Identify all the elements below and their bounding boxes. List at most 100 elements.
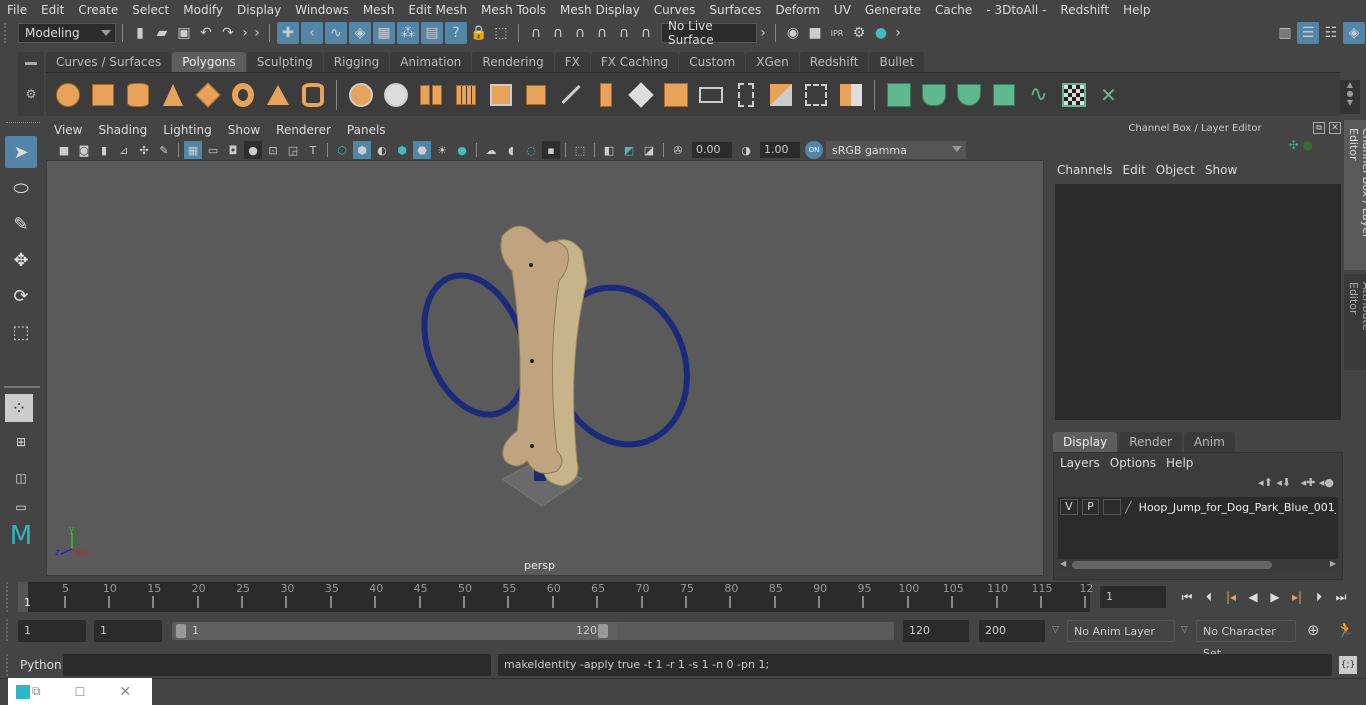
menu-create[interactable]: Create [71, 3, 125, 17]
menu-generate[interactable]: Generate [858, 3, 928, 17]
menu-file[interactable]: File [0, 3, 34, 17]
playback-end-field[interactable]: 120 [903, 620, 969, 642]
smooth-icon[interactable] [451, 80, 480, 109]
smooth-shade-icon[interactable]: ⬢ [353, 141, 371, 159]
xray-icon[interactable]: ◧ [600, 141, 618, 159]
poly-plane-icon[interactable] [193, 80, 222, 109]
layer-color-icon[interactable]: ╱ [1125, 501, 1139, 514]
move-tool-icon[interactable]: ✥ [5, 244, 37, 276]
menu-help[interactable]: Help [1116, 3, 1157, 17]
lasso-tool-icon[interactable]: ⬭ [5, 172, 37, 204]
layer-display-type-toggle[interactable] [1103, 499, 1121, 515]
lock-icon[interactable]: 🔒 [468, 22, 490, 44]
layer-visibility-toggle[interactable]: V [1060, 499, 1078, 515]
tab-fx[interactable]: FX [554, 52, 590, 72]
menu-mesh-display[interactable]: Mesh Display [553, 3, 647, 17]
poly-torus-icon[interactable] [228, 80, 257, 109]
chevron-down-icon[interactable]: ▽ [1052, 625, 1059, 635]
new-scene-icon[interactable]: ▮ [129, 22, 151, 44]
panel-menu-renderer[interactable]: Renderer [268, 123, 339, 137]
rotate-tool-icon[interactable]: ⟳ [5, 280, 37, 312]
range-start-handle[interactable] [176, 624, 186, 638]
grease-pencil-icon[interactable]: ✎ [155, 141, 173, 159]
outliner-layout-icon[interactable]: ▭ [5, 498, 37, 516]
channel-menu-object[interactable]: Object [1154, 163, 1203, 177]
poly-pipe-icon[interactable] [298, 80, 327, 109]
layer-playback-toggle[interactable]: P [1081, 499, 1100, 515]
menu-windows[interactable]: Windows [288, 3, 356, 17]
xray-joints-icon[interactable]: ◩ [620, 141, 638, 159]
poly-cylinder-icon[interactable] [123, 80, 152, 109]
collapse-arrow-icon[interactable]: › [251, 22, 263, 44]
exposure-icon[interactable]: ✇ [669, 141, 687, 159]
go-to-start-icon[interactable]: ⏮ [1176, 587, 1198, 607]
image-plane-icon[interactable]: ⊿ [115, 141, 133, 159]
tab-render[interactable]: Render [1119, 432, 1182, 452]
screen-space-ao-icon[interactable]: ☁ [482, 141, 500, 159]
gamma-field[interactable]: 1.00 [760, 142, 800, 158]
menu-select[interactable]: Select [125, 3, 176, 17]
tab-xgen[interactable]: XGen [746, 52, 799, 72]
xray-components-icon[interactable]: ◪ [640, 141, 658, 159]
menu-display[interactable]: Display [230, 3, 288, 17]
two-view-layout-icon[interactable]: ◫ [5, 462, 37, 494]
fill-hole-icon[interactable] [661, 80, 690, 109]
shelf-menu-icon[interactable] [25, 62, 37, 65]
save-scene-icon[interactable]: ▣ [173, 22, 195, 44]
combine-icon[interactable] [346, 80, 375, 109]
step-forward-key-icon[interactable]: ▸| [1286, 587, 1308, 607]
gate-mask-icon[interactable]: ● [244, 141, 262, 159]
drag-handle[interactable] [4, 23, 18, 43]
anti-aliasing-icon[interactable]: ◌ [522, 141, 540, 159]
open-scene-icon[interactable]: ▰ [151, 22, 173, 44]
bookmark-icon[interactable]: ▮ [95, 141, 113, 159]
range-slider[interactable]: 1 120 [172, 622, 894, 640]
select-curve-icon[interactable]: ∿ [325, 22, 347, 44]
scroll-right-icon[interactable]: ▶ [1330, 559, 1336, 568]
layer-scrollbar[interactable]: ◀ ▶ [1058, 559, 1338, 571]
collapse-arrow-icon[interactable]: › [757, 22, 769, 44]
menu-curves[interactable]: Curves [647, 3, 703, 17]
manipulator-icon[interactable]: ✣ [1289, 138, 1299, 152]
select-surface-icon[interactable]: ◈ [349, 22, 371, 44]
move-layer-down-icon[interactable]: ◂⬇ [1276, 476, 1291, 489]
make-live-icon[interactable]: ∩ [635, 22, 657, 44]
tab-custom[interactable]: Custom [679, 52, 746, 72]
uv-automatic-icon[interactable] [989, 80, 1018, 109]
menu-redshift[interactable]: Redshift [1053, 3, 1116, 17]
live-surface-field[interactable]: No Live Surface [661, 19, 757, 47]
camera-attributes-icon[interactable]: ◙ [75, 141, 93, 159]
panel-menu-view[interactable]: View [46, 123, 90, 137]
layer-menu-layers[interactable]: Layers [1058, 456, 1108, 470]
step-back-frame-icon[interactable]: ⏴ [1198, 587, 1220, 607]
textured-icon[interactable]: ⬣ [413, 141, 431, 159]
snap-point-icon[interactable]: ∩ [569, 22, 591, 44]
channel-box-toggle-icon[interactable]: ◈ [1343, 22, 1365, 44]
command-input[interactable] [63, 654, 491, 676]
panel-menu-panels[interactable]: Panels [339, 123, 394, 137]
snap-grid-icon[interactable]: ∩ [525, 22, 547, 44]
shadows-icon[interactable]: ● [453, 141, 471, 159]
new-layer-selected-icon[interactable]: ◂● [1319, 476, 1334, 489]
render-current-icon[interactable]: ■ [804, 22, 826, 44]
gamma-icon[interactable]: ◑ [737, 141, 755, 159]
uv-planar-icon[interactable] [884, 80, 913, 109]
bridge-icon[interactable] [521, 80, 550, 109]
animation-end-field[interactable]: 200 [979, 620, 1045, 642]
exposure-field[interactable]: 0.00 [692, 142, 732, 158]
tab-rendering[interactable]: Rendering [472, 52, 554, 72]
tab-animation[interactable]: Animation [390, 52, 472, 72]
uv-editor-icon[interactable] [1059, 80, 1088, 109]
depth-of-field-icon[interactable]: ▪ [542, 141, 560, 159]
animation-preferences-icon[interactable]: 🏃 [1336, 621, 1355, 639]
anim-layer-dropdown[interactable]: No Anim Layer [1067, 620, 1175, 642]
tab-rigging[interactable]: Rigging [323, 52, 390, 72]
edge-loop-icon[interactable] [696, 80, 725, 109]
paint-select-tool-icon[interactable]: ✎ [5, 208, 37, 240]
play-forwards-icon[interactable]: ▶ [1264, 587, 1286, 607]
boolean-icon[interactable] [836, 80, 865, 109]
character-set-dropdown[interactable]: No Character Set [1196, 620, 1296, 660]
collapse-arrow-icon[interactable]: › [892, 22, 904, 44]
range-end-handle[interactable] [598, 624, 608, 638]
select-misc-icon[interactable]: ? [445, 22, 467, 44]
